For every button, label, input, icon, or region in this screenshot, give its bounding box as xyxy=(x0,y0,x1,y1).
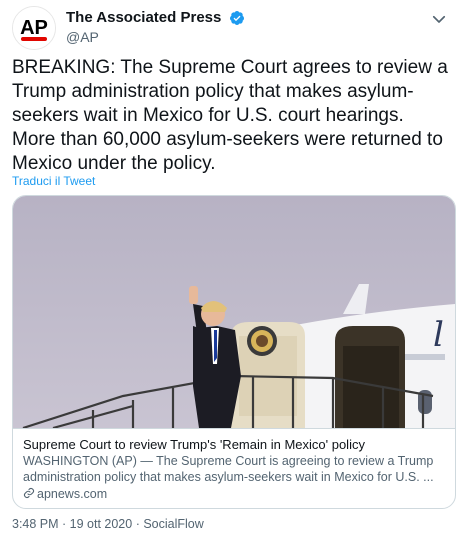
more-chevron-icon[interactable] xyxy=(430,10,448,28)
verified-badge-icon xyxy=(229,11,244,25)
translate-tweet-link[interactable]: Traduci il Tweet xyxy=(12,174,95,188)
tweet-header: AP The Associated Press @AP xyxy=(12,6,452,52)
card-domain-text: apnews.com xyxy=(37,487,108,501)
card-domain[interactable]: apnews.com xyxy=(23,486,445,503)
tweet-timestamp-source[interactable]: 3:48 PM · 19 ott 2020 · SocialFlow xyxy=(12,517,204,531)
tweet-text: BREAKING: The Supreme Court agrees to re… xyxy=(12,57,448,174)
svg-text:l: l xyxy=(433,315,444,355)
display-name[interactable]: The Associated Press xyxy=(66,8,221,28)
card-description: WASHINGTON (AP) — The Supreme Court is a… xyxy=(23,454,434,484)
card-title[interactable]: Supreme Court to review Trump's 'Remain … xyxy=(23,436,445,453)
avatar-logo-text: AP xyxy=(20,17,48,39)
link-icon xyxy=(23,487,35,499)
link-card[interactable]: l Supreme Court to review Trump's 'Remai… xyxy=(12,195,456,509)
card-image: l xyxy=(13,196,455,428)
card-body: Supreme Court to review Trump's 'Remain … xyxy=(13,428,455,503)
avatar[interactable]: AP xyxy=(12,6,56,50)
handle[interactable]: @AP xyxy=(66,28,245,46)
